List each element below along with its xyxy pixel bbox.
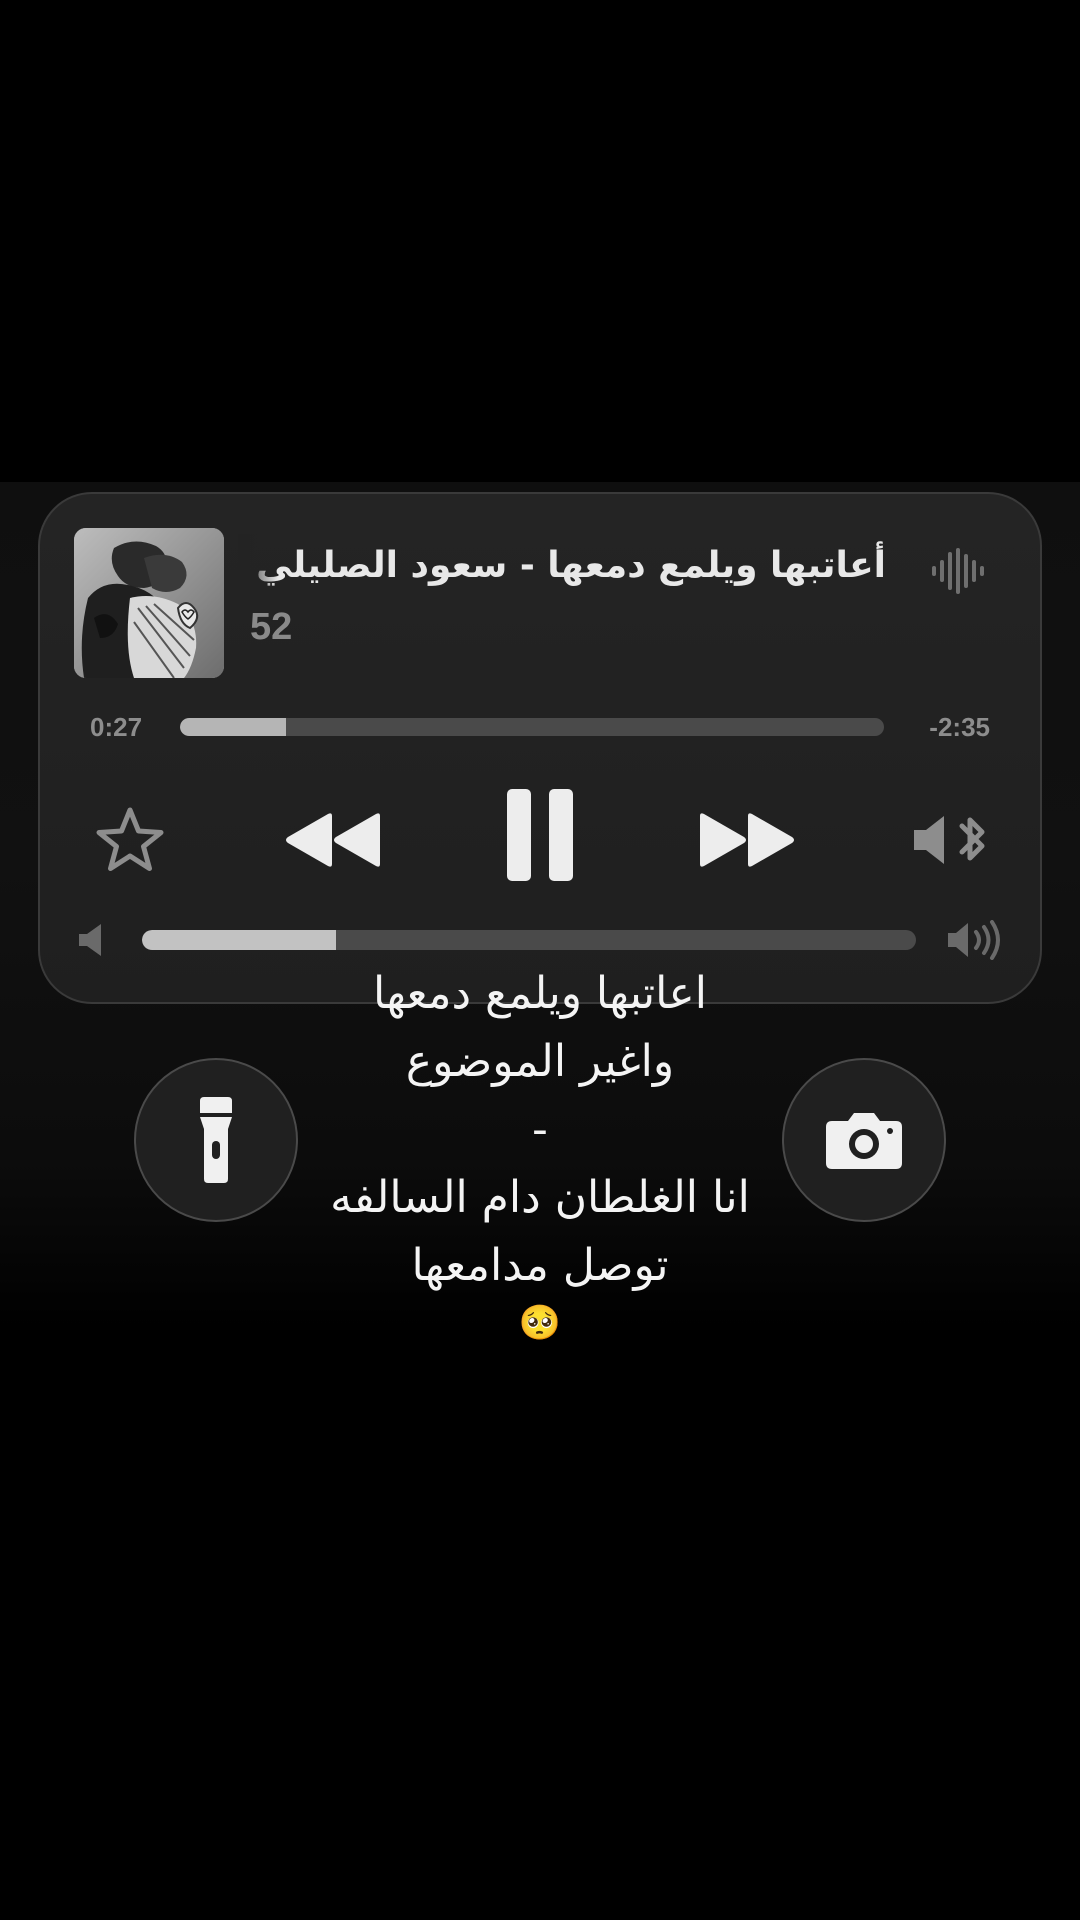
pleading-face-emoji: 🥺 [518,1303,562,1343]
rewind-icon [286,813,380,867]
bluetooth-speaker-icon [914,816,985,864]
lyrics-line: واغير الموضوع [405,1036,675,1087]
volume-slider[interactable] [142,930,916,950]
track-title: أعاتبها ويلمع دمعها - سعود الصليلي [256,545,886,586]
lock-screen: أعاتبها ويلمع دمعها - سعود الصليلي 52 0:… [0,0,1080,1920]
next-track-button[interactable] [694,800,800,880]
audio-output-button[interactable] [908,800,998,880]
lyrics-line: - [532,1104,548,1155]
lyrics-line: اعاتبها ويلمع دمعها [372,968,708,1019]
remaining-time: -2:35 [929,712,990,742]
waveform-icon [930,546,990,596]
album-art[interactable] [74,528,224,678]
playback-progress-fill [180,718,286,736]
lyrics-overlay: اعاتبها ويلمع دمعها واغير الموضوع - انا … [240,960,840,1346]
pause-button[interactable] [500,782,580,888]
flashlight-icon [200,1097,232,1183]
track-title-marquee: أعاتبها ويلمع دمعها - سعود الصليلي [238,534,894,598]
album-art-sketch [74,528,224,678]
elapsed-time: 0:27 [90,712,143,742]
pause-icon [507,789,573,881]
star-icon [96,807,164,871]
fast-forward-icon [700,813,794,867]
track-artist: 52 [250,606,293,648]
favorite-button[interactable] [90,800,170,880]
playback-scrubber[interactable] [180,718,884,736]
lyrics-line: انا الغلطان دام السالفه [330,1172,750,1223]
volume-min-icon [70,918,114,962]
volume-max-icon [946,914,1002,966]
previous-track-button[interactable] [280,800,386,880]
lyrics-line: توصل مدامعها [411,1240,669,1291]
title-fade [238,534,278,598]
now-playing-widget: أعاتبها ويلمع دمعها - سعود الصليلي 52 0:… [38,492,1042,1004]
volume-slider-fill [142,930,336,950]
